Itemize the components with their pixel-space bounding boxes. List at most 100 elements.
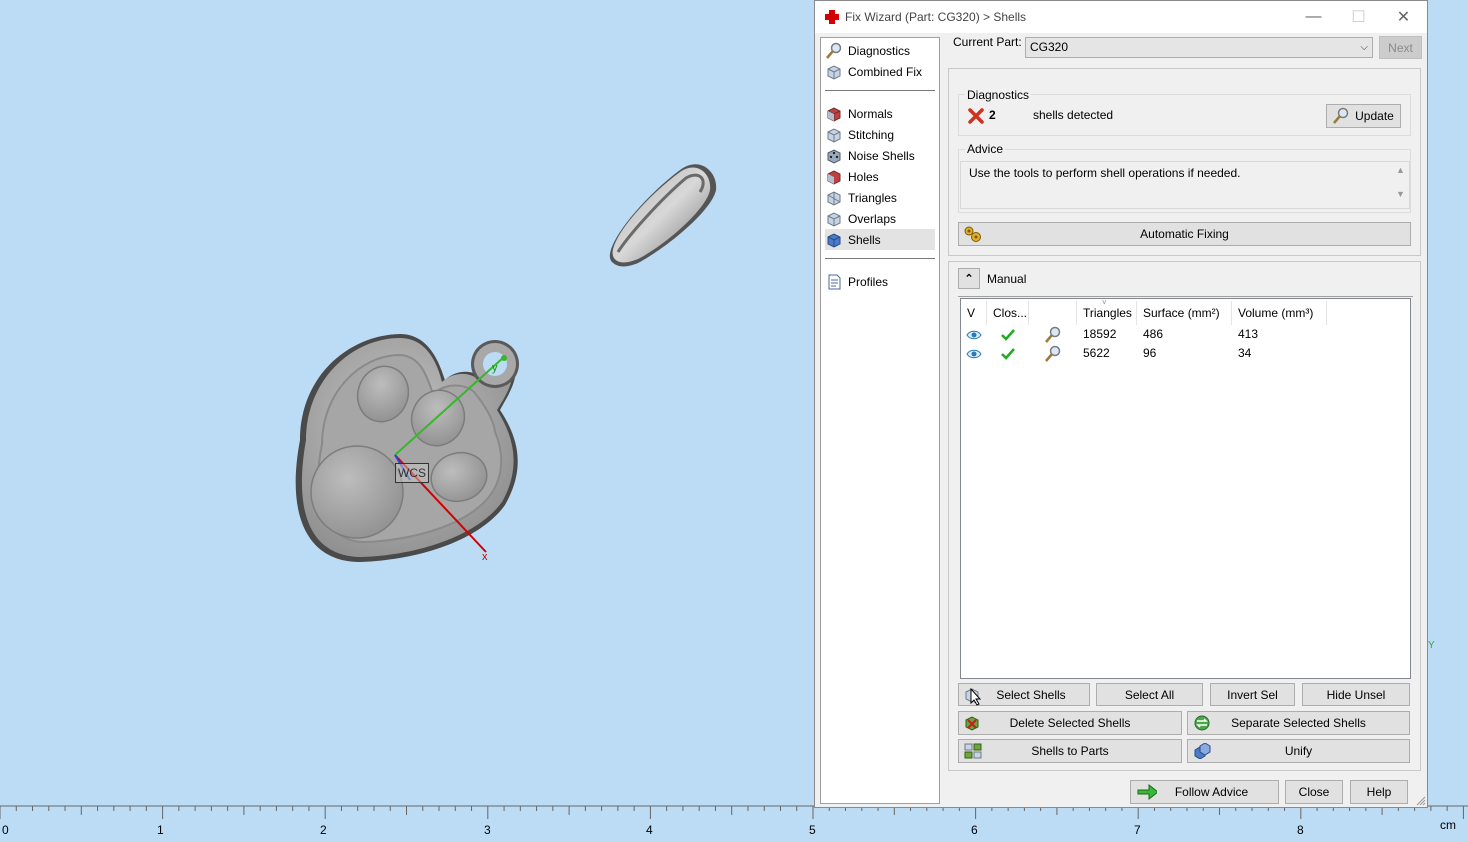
nav-item-label: Noise Shells bbox=[848, 148, 915, 163]
minimize-button[interactable]: — bbox=[1291, 1, 1336, 33]
help-button[interactable]: Help bbox=[1350, 780, 1408, 804]
dialog-title: Fix Wizard (Part: CG320) > Shells bbox=[845, 10, 1027, 24]
column-header-visible[interactable]: V bbox=[961, 301, 987, 325]
advice-text: Use the tools to perform shell operation… bbox=[969, 166, 1241, 180]
cube-icon bbox=[825, 189, 843, 207]
scene-canvas[interactable] bbox=[0, 0, 814, 805]
visibility-eye-icon[interactable] bbox=[961, 325, 987, 344]
separate-arrows-icon bbox=[1192, 714, 1212, 732]
nav-item-diagnostics[interactable]: Diagnostics bbox=[825, 40, 935, 61]
separate-selected-shells-button[interactable]: Separate Selected Shells bbox=[1187, 711, 1410, 735]
ruler bbox=[0, 805, 1468, 819]
scroll-down-icon[interactable]: ▼ bbox=[1392, 189, 1409, 199]
cube-red-icon bbox=[825, 168, 843, 186]
delete-selected-shells-button[interactable]: Delete Selected Shells bbox=[958, 711, 1182, 735]
nav-item-holes[interactable]: Holes bbox=[825, 166, 935, 187]
ruler-unit: cm bbox=[1440, 818, 1456, 832]
nav-item-label: Holes bbox=[848, 169, 879, 184]
nav-item-triangles[interactable]: Triangles bbox=[825, 187, 935, 208]
follow-advice-button[interactable]: Follow Advice bbox=[1130, 780, 1279, 804]
ring-model[interactable] bbox=[609, 164, 717, 267]
cell-surface: 96 bbox=[1143, 346, 1157, 360]
current-part-value: CG320 bbox=[1030, 40, 1069, 54]
zoom-magnifier-icon[interactable] bbox=[1029, 344, 1077, 363]
update-button[interactable]: Update bbox=[1326, 104, 1401, 128]
nav-item-stitching[interactable]: Stitching bbox=[825, 124, 935, 145]
column-header-closed[interactable]: Clos... bbox=[987, 301, 1029, 325]
current-part-select[interactable]: CG320 ⌵ bbox=[1025, 37, 1373, 58]
column-header-zoom[interactable] bbox=[1029, 301, 1077, 325]
red-cross-app-icon bbox=[824, 9, 840, 25]
scroll-up-icon[interactable]: ▲ bbox=[1392, 165, 1409, 175]
column-header-triangles[interactable]: Triangles ˅ bbox=[1077, 298, 1137, 325]
error-x-icon bbox=[967, 107, 985, 125]
table-header: V Clos... Triangles ˅ Surface (mm²) Volu… bbox=[961, 298, 1410, 325]
arrow-right-icon bbox=[1137, 783, 1157, 801]
ruler-label: 3 bbox=[484, 823, 491, 837]
corner-axis-label: Y bbox=[1428, 640, 1435, 651]
close-window-button[interactable]: ✕ bbox=[1381, 1, 1426, 33]
automatic-fixing-button[interactable]: Automatic Fixing bbox=[958, 222, 1411, 246]
collapse-manual-button[interactable]: ⌃ bbox=[958, 268, 980, 289]
unify-cubes-icon bbox=[1192, 742, 1212, 760]
nav-item-label: Triangles bbox=[848, 190, 897, 205]
gears-icon bbox=[963, 225, 983, 243]
next-button[interactable]: Next bbox=[1379, 36, 1422, 59]
advice-title: Advice bbox=[965, 142, 1006, 156]
ruler-label: 8 bbox=[1297, 823, 1304, 837]
pendant-model[interactable] bbox=[295, 334, 519, 562]
nav-separator bbox=[825, 258, 935, 259]
separate-selected-shells-label: Separate Selected Shells bbox=[1231, 716, 1366, 730]
cube-blue-icon bbox=[825, 231, 843, 249]
x-axis-label: x bbox=[482, 551, 488, 563]
zoom-magnifier-icon[interactable] bbox=[1029, 325, 1077, 344]
nav-item-overlaps[interactable]: Overlaps bbox=[825, 208, 935, 229]
ruler-label: 0 bbox=[2, 823, 9, 837]
resize-grip-icon[interactable] bbox=[1416, 796, 1426, 806]
ruler-label: 2 bbox=[320, 823, 327, 837]
wcs-label: WCS bbox=[395, 463, 429, 483]
nav-item-normals[interactable]: Normals bbox=[825, 103, 935, 124]
cube-icon bbox=[825, 126, 843, 144]
nav-item-combined-fix[interactable]: Combined Fix bbox=[825, 61, 935, 82]
nav-item-profiles[interactable]: Profiles bbox=[825, 271, 935, 292]
shells-to-parts-icon bbox=[963, 742, 983, 760]
shells-to-parts-label: Shells to Parts bbox=[1031, 744, 1109, 758]
delete-selected-shells-label: Delete Selected Shells bbox=[1009, 716, 1131, 730]
select-all-button[interactable]: Select All bbox=[1096, 683, 1203, 706]
column-header-volume[interactable]: Volume (mm³) bbox=[1232, 301, 1327, 325]
cube-icon bbox=[825, 63, 843, 81]
nav-item-label: Diagnostics bbox=[848, 43, 911, 58]
visibility-eye-icon[interactable] bbox=[961, 344, 987, 363]
nav-item-label: Overlaps bbox=[848, 211, 897, 226]
ruler-label: 7 bbox=[1134, 823, 1141, 837]
fix-wizard-dialog: Fix Wizard (Part: CG320) > Shells — ☐ ✕ … bbox=[814, 0, 1428, 808]
checkmark-icon bbox=[987, 325, 1029, 344]
shells-to-parts-button[interactable]: Shells to Parts bbox=[958, 739, 1182, 763]
delete-cube-icon bbox=[963, 714, 983, 732]
maximize-button[interactable]: ☐ bbox=[1336, 1, 1381, 33]
table-row[interactable]: 18592 486 413 bbox=[961, 325, 1410, 344]
column-header-surface[interactable]: Surface (mm²) bbox=[1137, 301, 1232, 325]
ruler-label: 1 bbox=[157, 823, 164, 837]
close-button[interactable]: Close bbox=[1285, 780, 1343, 804]
magnifier-icon bbox=[1331, 107, 1351, 125]
shells-table[interactable]: V Clos... Triangles ˅ Surface (mm²) Volu… bbox=[960, 298, 1411, 679]
document-icon bbox=[825, 273, 843, 291]
table-row[interactable]: 5622 96 34 bbox=[961, 344, 1410, 363]
hide-unsel-button[interactable]: Hide Unsel bbox=[1302, 683, 1410, 706]
unify-button[interactable]: Unify bbox=[1187, 739, 1410, 763]
title-bar[interactable]: Fix Wizard (Part: CG320) > Shells — ☐ ✕ bbox=[815, 1, 1427, 33]
cube-icon bbox=[825, 210, 843, 228]
cell-volume: 413 bbox=[1238, 327, 1259, 341]
manual-title: Manual bbox=[987, 272, 1027, 286]
invert-sel-button[interactable]: Invert Sel bbox=[1210, 683, 1295, 706]
advice-scrollbar[interactable]: ▲ ▼ bbox=[1392, 162, 1409, 208]
nav-item-noise-shells[interactable]: Noise Shells bbox=[825, 145, 935, 166]
unify-label: Unify bbox=[1284, 744, 1313, 758]
diagnostics-title: Diagnostics bbox=[965, 88, 1032, 102]
magnifier-icon bbox=[825, 42, 843, 60]
cell-triangles: 5622 bbox=[1083, 346, 1110, 360]
checkmark-icon bbox=[987, 344, 1029, 363]
nav-item-shells[interactable]: Shells bbox=[825, 229, 935, 250]
